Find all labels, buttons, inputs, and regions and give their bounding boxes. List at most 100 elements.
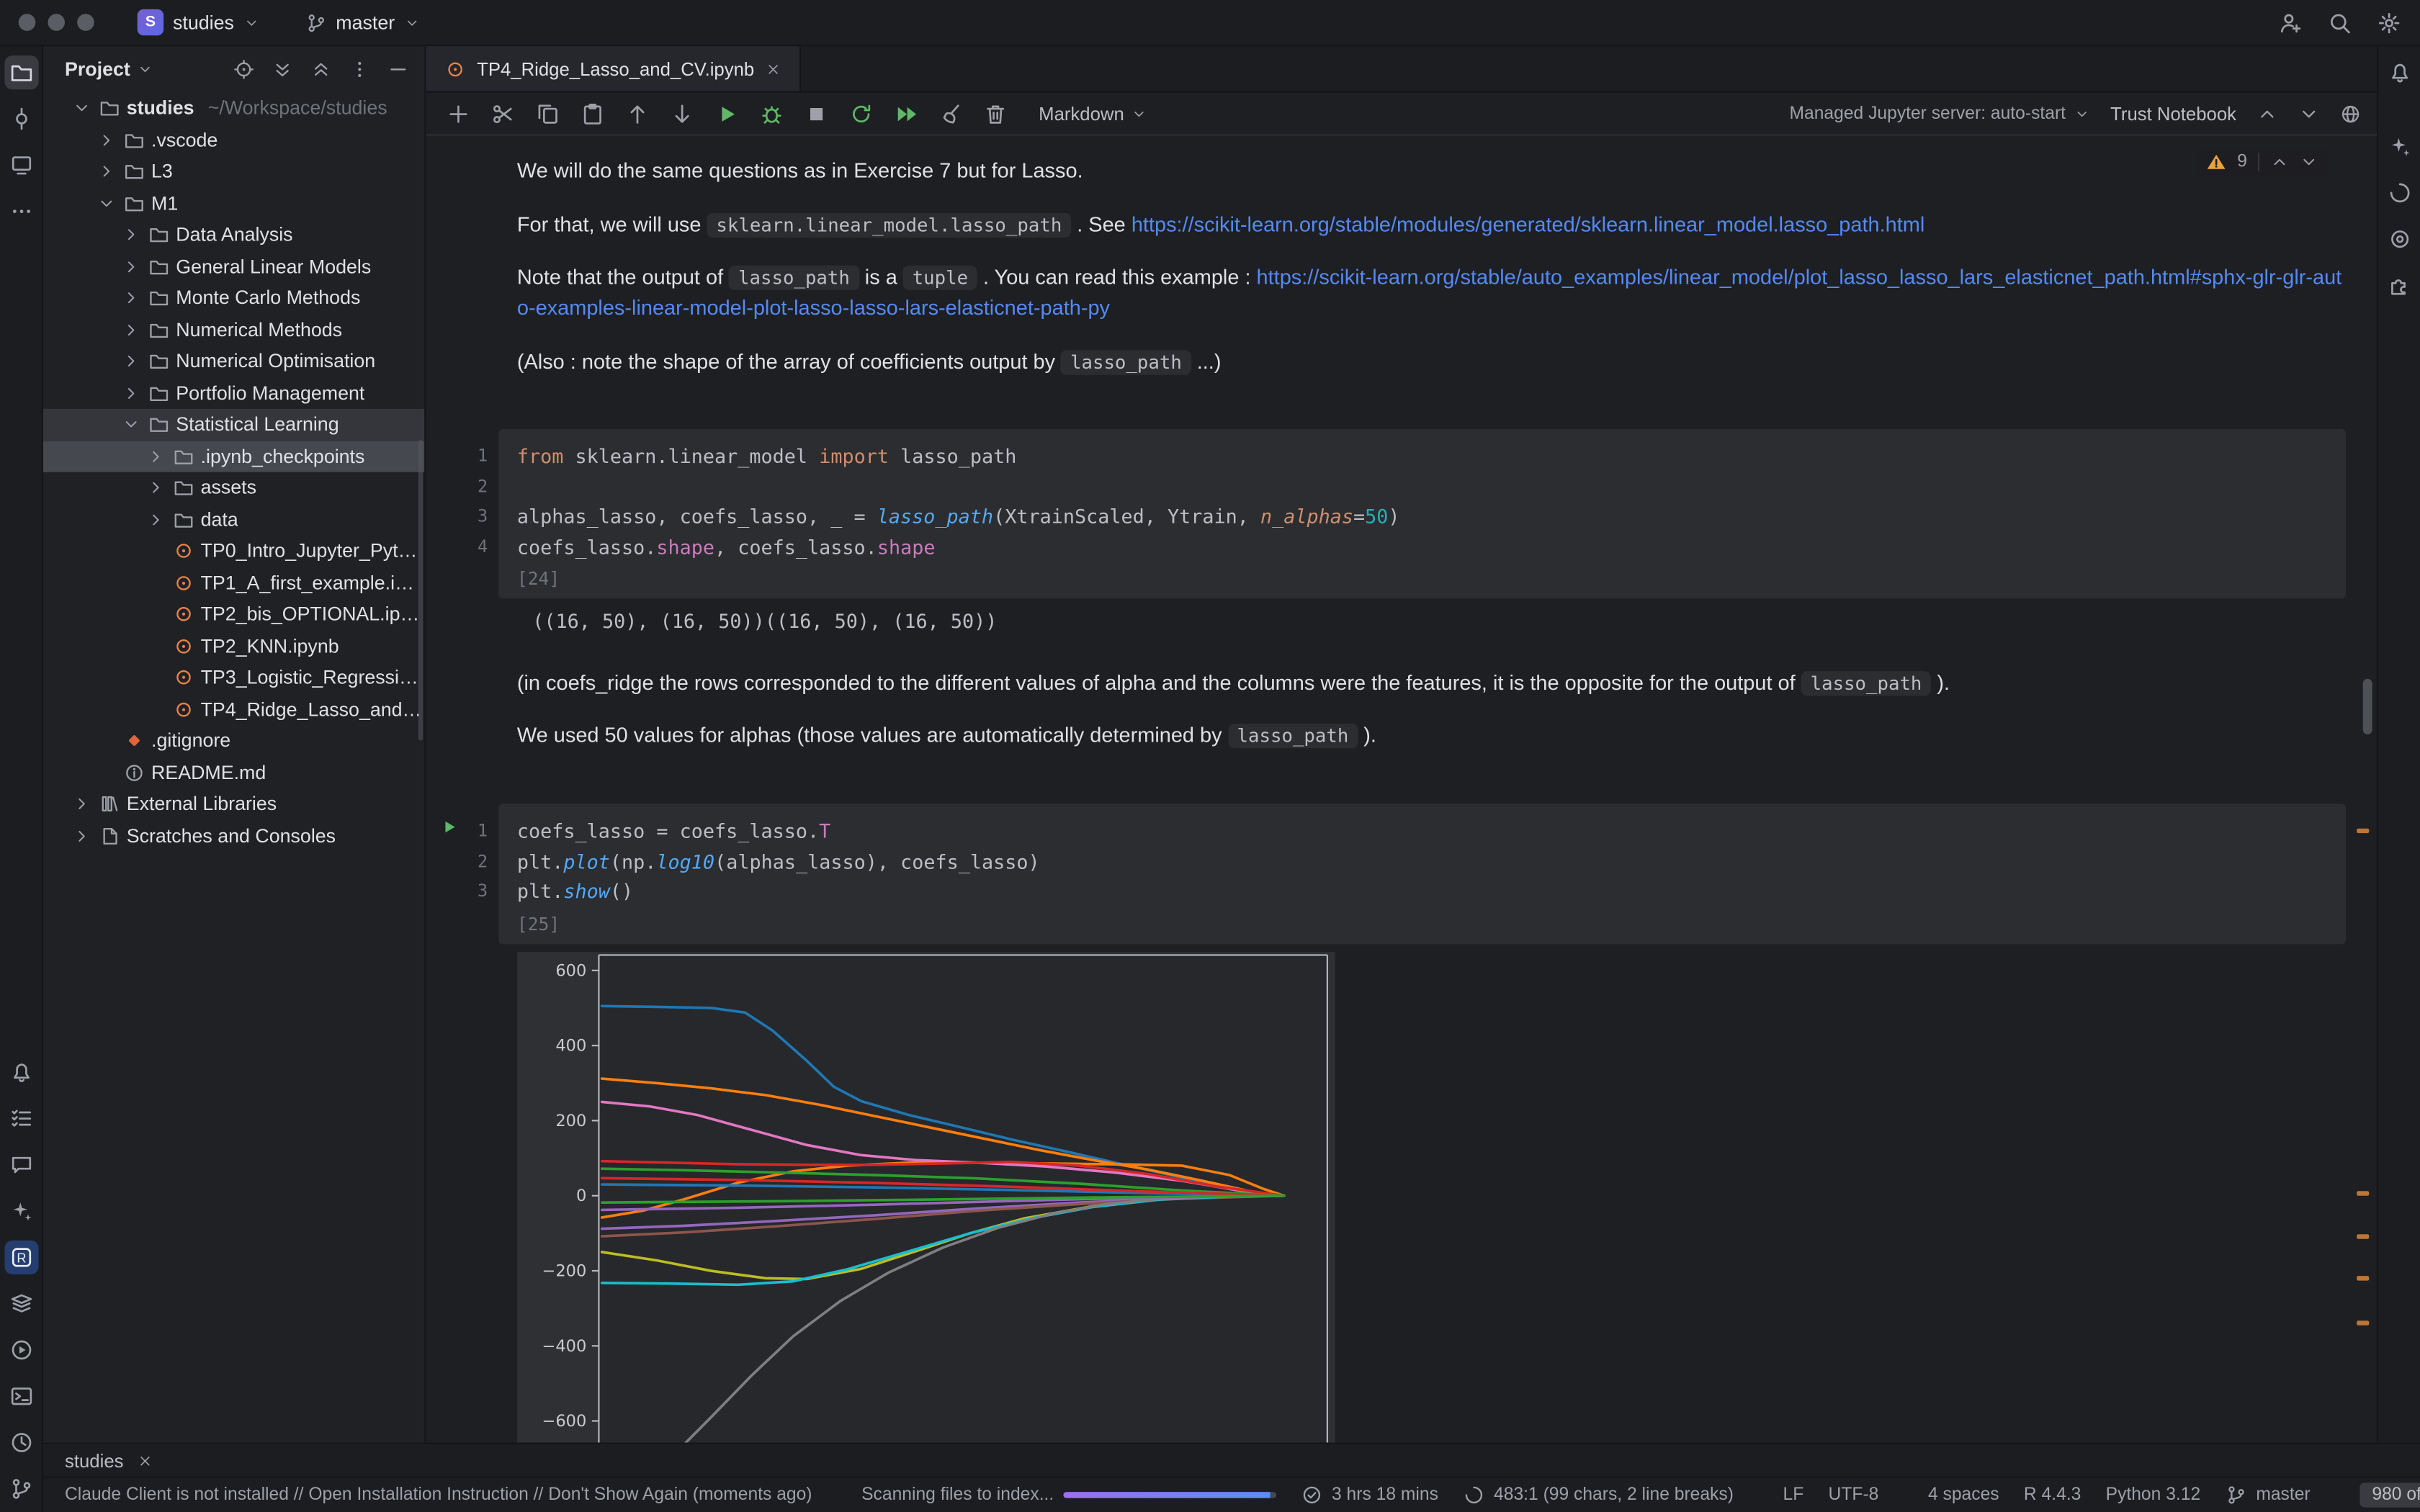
code-cell[interactable]: 1234from sklearn.linear_model import las… (426, 429, 2346, 599)
more-options-icon[interactable] (349, 58, 370, 80)
editor-tab-active[interactable]: TP4_Ridge_Lasso_and_CV.ipynb (426, 46, 800, 91)
chevron-right-icon[interactable] (145, 447, 165, 466)
copy-cell-button[interactable] (531, 96, 565, 130)
jupyter-server-dropdown[interactable]: Managed Jupyter server: auto-start (1789, 104, 2090, 123)
plugins-button[interactable] (2383, 269, 2416, 302)
restart-kernel-button[interactable] (844, 96, 878, 130)
zoom-window-button[interactable] (77, 14, 94, 31)
editor-scrollbar-thumb[interactable] (2363, 679, 2372, 734)
minimize-window-button[interactable] (48, 14, 65, 31)
tree-item[interactable]: assets (43, 472, 424, 504)
search-icon[interactable] (2327, 10, 2352, 35)
debug-cell-button[interactable] (755, 96, 789, 130)
run-cell-gutter-icon[interactable] (440, 818, 459, 837)
close-tab-icon[interactable] (765, 61, 780, 76)
chevron-right-icon[interactable] (145, 510, 165, 529)
interrupt-kernel-button[interactable] (799, 96, 833, 130)
caret-position-widget[interactable]: 483:1 (99 chars, 2 line breaks) (1463, 1484, 1734, 1506)
warning-stripe-mark[interactable] (2357, 1276, 2369, 1280)
tree-item[interactable]: Monte Carlo Methods (43, 282, 424, 314)
run-all-cells-button[interactable] (889, 96, 923, 130)
memory-indicator[interactable]: 980 of 4200M (2360, 1482, 2420, 1507)
warning-stripe-mark[interactable] (2357, 1191, 2369, 1195)
next-warning-icon[interactable] (2300, 153, 2318, 171)
collapse-all-icon[interactable] (310, 58, 332, 80)
move-cell-down-button[interactable] (666, 96, 699, 130)
python-interpreter-widget[interactable]: Python 3.12 (2106, 1486, 2201, 1505)
r-interpreter-widget[interactable]: R 4.4.3 (2024, 1486, 2081, 1505)
add-cell-button[interactable] (442, 96, 475, 130)
notifications-button[interactable] (2383, 55, 2416, 89)
inspections-widget[interactable]: 9 (2195, 148, 2327, 176)
close-icon[interactable] (138, 1452, 153, 1467)
chevron-right-icon[interactable] (120, 352, 140, 371)
tree-item[interactable]: Scratches and Consoles (43, 820, 424, 852)
tree-item[interactable]: studies~/Workspace/studies (43, 93, 424, 125)
project-panel-title[interactable]: Project (65, 58, 153, 80)
tree-item[interactable]: L3 (43, 156, 424, 187)
chevron-right-icon[interactable] (96, 163, 116, 181)
version-control-tool-button[interactable] (4, 1472, 37, 1506)
tree-item[interactable]: TP1_A_first_example.ipynb (43, 567, 424, 599)
warning-stripe-mark[interactable] (2357, 1234, 2369, 1238)
cell-type-dropdown[interactable]: Markdown (1039, 103, 1147, 125)
status-message[interactable]: Claude Client is not installed // Open I… (65, 1486, 812, 1505)
tree-item[interactable]: TP0_Intro_Jupyter_Python.ip... (43, 536, 424, 567)
notifications-tool-button[interactable] (4, 1056, 37, 1089)
tree-item[interactable]: Statistical Learning (43, 409, 424, 441)
chevron-right-icon[interactable] (120, 225, 140, 244)
tree-item[interactable]: Data Analysis (43, 219, 424, 251)
tree-item[interactable]: M1 (43, 187, 424, 219)
structure-tool-button[interactable] (4, 148, 37, 182)
tree-item[interactable]: TP2_bis_OPTIONAL.ipynb (43, 598, 424, 630)
tree-item[interactable]: README.md (43, 757, 424, 788)
previous-warning-icon[interactable] (2270, 153, 2289, 171)
chevron-right-icon[interactable] (71, 827, 91, 845)
cut-cell-button[interactable] (486, 96, 520, 130)
markdown-cell[interactable]: Note that the output of lasso_path is a … (517, 262, 2346, 324)
paste-cell-button[interactable] (575, 96, 609, 130)
hide-panel-icon[interactable] (387, 58, 409, 80)
project-tool-button[interactable] (4, 55, 37, 89)
time-tracker[interactable]: 3 hrs 18 mins (1301, 1484, 1438, 1506)
tree-item[interactable]: data (43, 504, 424, 536)
tree-item[interactable]: .gitignore (43, 725, 424, 757)
sparkles-button[interactable] (2383, 176, 2416, 210)
add-user-icon[interactable] (2278, 10, 2303, 35)
hyperlink[interactable]: https://scikit-learn.org/stable/modules/… (1131, 213, 1924, 236)
database-tool-button[interactable] (4, 1287, 37, 1320)
chevron-right-icon[interactable] (120, 384, 140, 402)
r-console-tool-button[interactable] (4, 1241, 37, 1274)
previous-cell-icon[interactable] (2257, 103, 2278, 125)
jupyter-web-icon[interactable] (2340, 103, 2362, 125)
chevron-right-icon[interactable] (96, 131, 116, 150)
close-window-button[interactable] (19, 14, 36, 31)
tree-item[interactable]: TP3_Logistic_Regression_an... (43, 662, 424, 693)
code-cell[interactable]: 123coefs_lasso = coefs_lasso.Tplt.plot(n… (426, 804, 2346, 943)
todo-tool-button[interactable] (4, 1102, 37, 1135)
tree-item[interactable]: .vscode (43, 125, 424, 156)
project-scrollbar-thumb[interactable] (418, 440, 423, 741)
more-tool-windows-button[interactable] (4, 194, 37, 228)
ai-assistant-tool-button[interactable] (4, 1194, 37, 1228)
ai-assistant-button[interactable] (2383, 130, 2416, 163)
warning-stripe-mark[interactable] (2357, 829, 2369, 833)
tree-item[interactable]: TP2_KNN.ipynb (43, 630, 424, 662)
chevron-right-icon[interactable] (120, 257, 140, 276)
chevron-down-icon[interactable] (120, 415, 140, 434)
markdown-cell[interactable]: (in coefs_ridge the rows corresponded to… (517, 668, 2346, 699)
indexing-status[interactable]: Scanning files to index... (861, 1486, 1276, 1505)
encoding-widget[interactable]: UTF-8 (1829, 1486, 1879, 1505)
markdown-cell[interactable]: We used 50 values for alphas (those valu… (517, 721, 2346, 752)
comments-tool-button[interactable] (4, 1148, 37, 1182)
history-tool-button[interactable] (4, 1426, 37, 1459)
code-cell-editor[interactable]: coefs_lasso = coefs_lasso.Tplt.plot(np.l… (498, 804, 2346, 943)
chevron-right-icon[interactable] (71, 795, 91, 814)
code-cell-editor[interactable]: from sklearn.linear_model import lasso_p… (498, 429, 2346, 599)
indent-widget[interactable]: 4 spaces (1928, 1486, 1999, 1505)
trust-notebook-button[interactable]: Trust Notebook (2110, 103, 2236, 125)
services-tool-button[interactable] (4, 1333, 37, 1367)
tree-item[interactable]: Numerical Methods (43, 314, 424, 346)
tree-item[interactable]: External Libraries (43, 788, 424, 820)
delete-cell-button[interactable] (979, 96, 1013, 130)
